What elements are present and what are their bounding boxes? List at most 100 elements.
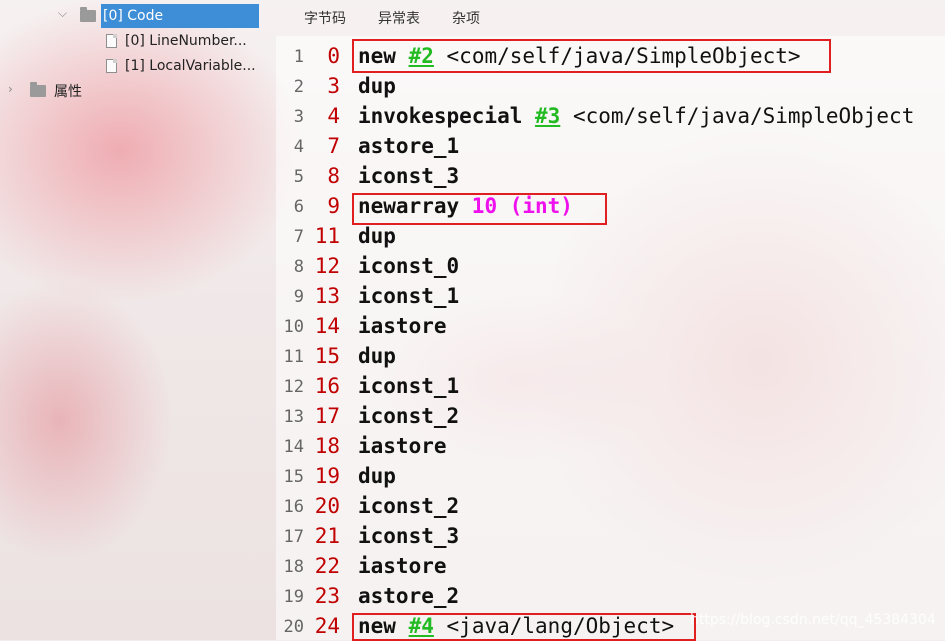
bytecode-offset: 21: [300, 524, 620, 548]
opcode: astore_2: [358, 584, 460, 608]
bytecode-line[interactable]: 11 15 dup: [276, 340, 945, 370]
tree-item-attributes[interactable]: 属性: [30, 79, 82, 103]
highlight-box-new-2: [352, 39, 831, 73]
bytecode-line[interactable]: 15 19 dup: [276, 460, 945, 490]
tab-bar: 字节码 异常表 杂项: [262, 0, 945, 36]
opcode: iconst_2: [358, 404, 460, 428]
instruction: invokespecial #3 <com/self/java/SimpleOb…: [358, 104, 914, 128]
tab-exception-table[interactable]: 异常表: [378, 8, 420, 28]
bytecode-offset-value: 7: [327, 134, 340, 158]
bytecode-offset-value: 13: [314, 284, 340, 308]
bytecode-line[interactable]: 14 18 iastore: [276, 430, 945, 460]
opcode: iconst_2: [358, 494, 460, 518]
bytecode-line[interactable]: 13 17 iconst_2: [276, 400, 945, 430]
bytecode-offset: 14: [300, 314, 620, 338]
file-icon: [106, 34, 117, 48]
operand-text: <com/self/java/SimpleObject: [560, 104, 915, 128]
instruction: iastore: [358, 314, 447, 338]
instruction: iconst_1: [358, 284, 459, 308]
tree-item-line-number[interactable]: [0] LineNumber...: [106, 29, 247, 53]
structure-tree: ⌵ [0] Code [0] LineNumber... [1] LocalVa…: [0, 0, 262, 640]
bytecode-offset-value: 9: [327, 194, 340, 218]
highlight-box-new-4: [352, 613, 696, 641]
instruction: dup: [358, 344, 396, 368]
bytecode-line[interactable]: 9 13 iconst_1: [276, 280, 945, 310]
folder-icon: [80, 7, 96, 22]
bytecode-offset-value: 11: [314, 224, 340, 248]
constant-pool-ref-link[interactable]: #3: [535, 104, 560, 128]
tree-item-attributes-label: 属性: [54, 84, 82, 100]
instruction: iconst_3: [358, 164, 459, 188]
chevron-down-icon[interactable]: ⌵: [58, 6, 67, 21]
bytecode-offset-value: 8: [327, 164, 340, 188]
bytecode-offset: 23: [300, 584, 620, 608]
bytecode-offset-value: 3: [327, 74, 340, 98]
bytecode-offset: 7: [300, 134, 620, 158]
opcode: iconst_1: [358, 284, 460, 308]
opcode: iconst_0: [358, 254, 460, 278]
bytecode-offset-value: 16: [314, 374, 340, 398]
bytecode-line[interactable]: 3 4 invokespecial #3 <com/self/java/Simple…: [276, 100, 945, 130]
tree-item-code-label: [0] Code: [103, 8, 164, 24]
tree-item-code[interactable]: [0] Code: [101, 4, 259, 28]
bytecode-offset: 15: [300, 344, 620, 368]
opcode: dup: [358, 74, 396, 98]
bytecode-line[interactable]: 4 7 astore_1: [276, 130, 945, 160]
instruction: dup: [358, 74, 396, 98]
tab-bytecode[interactable]: 字节码: [304, 8, 346, 28]
bytecode-line[interactable]: 12 16 iconst_1: [276, 370, 945, 400]
tree-item-line-number-label: [0] LineNumber...: [125, 33, 247, 49]
bytecode-offset-value: 24: [314, 614, 340, 638]
instruction: iconst_2: [358, 404, 459, 428]
instruction: iastore: [358, 554, 447, 578]
bytecode-view[interactable]: 1 0 new #2 <com/self/java/SimpleObject> 2 3 d…: [276, 36, 945, 641]
bytecode-offset: 20: [300, 494, 620, 518]
tree-item-local-variable-label: [1] LocalVariable...: [125, 58, 256, 74]
instruction: iconst_1: [358, 374, 459, 398]
bytecode-offset: 22: [300, 554, 620, 578]
tab-misc[interactable]: 杂项: [452, 8, 480, 28]
opcode: dup: [358, 344, 396, 368]
bytecode-offset: 11: [300, 224, 620, 248]
bytecode-line[interactable]: 16 20 iconst_2: [276, 490, 945, 520]
instruction: dup: [358, 464, 396, 488]
bytecode-offset: 17: [300, 404, 620, 428]
bytecode-offset-value: 22: [314, 554, 340, 578]
instruction: astore_1: [358, 134, 459, 158]
bytecode-offset: 8: [300, 164, 620, 188]
bytecode-offset: 13: [300, 284, 620, 308]
bytecode-line[interactable]: 5 8 iconst_3: [276, 160, 945, 190]
opcode: iconst_3: [358, 524, 460, 548]
bytecode-line[interactable]: 2 3 dup: [276, 70, 945, 100]
opcode: iastore: [358, 434, 447, 458]
opcode: dup: [358, 464, 396, 488]
bytecode-line[interactable]: 18 22 iastore: [276, 550, 945, 580]
bytecode-offset-value: 19: [314, 464, 340, 488]
tree-item-local-variable[interactable]: [1] LocalVariable...: [106, 54, 256, 78]
bytecode-offset: 16: [300, 374, 620, 398]
bytecode-offset-value: 4: [327, 104, 340, 128]
bytecode-line[interactable]: 10 14 iastore: [276, 310, 945, 340]
opcode: invokespecial: [358, 104, 523, 128]
bytecode-offset: 12: [300, 254, 620, 278]
chevron-right-icon[interactable]: ›: [8, 82, 13, 96]
file-icon: [106, 59, 117, 73]
bytecode-offset: 3: [300, 74, 620, 98]
bytecode-offset-value: 18: [314, 434, 340, 458]
instruction: iastore: [358, 434, 447, 458]
opcode: iconst_3: [358, 164, 460, 188]
highlight-box-newarray: [352, 193, 607, 225]
opcode: iconst_1: [358, 374, 460, 398]
instruction: iconst_0: [358, 254, 459, 278]
bytecode-offset-value: 23: [314, 584, 340, 608]
bytecode-offset-value: 20: [314, 494, 340, 518]
opcode: iastore: [358, 314, 447, 338]
bytecode-line[interactable]: 17 21 iconst_3: [276, 520, 945, 550]
opcode: dup: [358, 224, 396, 248]
bytecode-offset-value: 14: [314, 314, 340, 338]
instruction: dup: [358, 224, 396, 248]
bytecode-line[interactable]: 8 12 iconst_0: [276, 250, 945, 280]
instruction: astore_2: [358, 584, 459, 608]
bytecode-line[interactable]: 19 23 astore_2: [276, 580, 945, 610]
watermark: https://blog.csdn.net/qq_45384304: [690, 612, 936, 628]
